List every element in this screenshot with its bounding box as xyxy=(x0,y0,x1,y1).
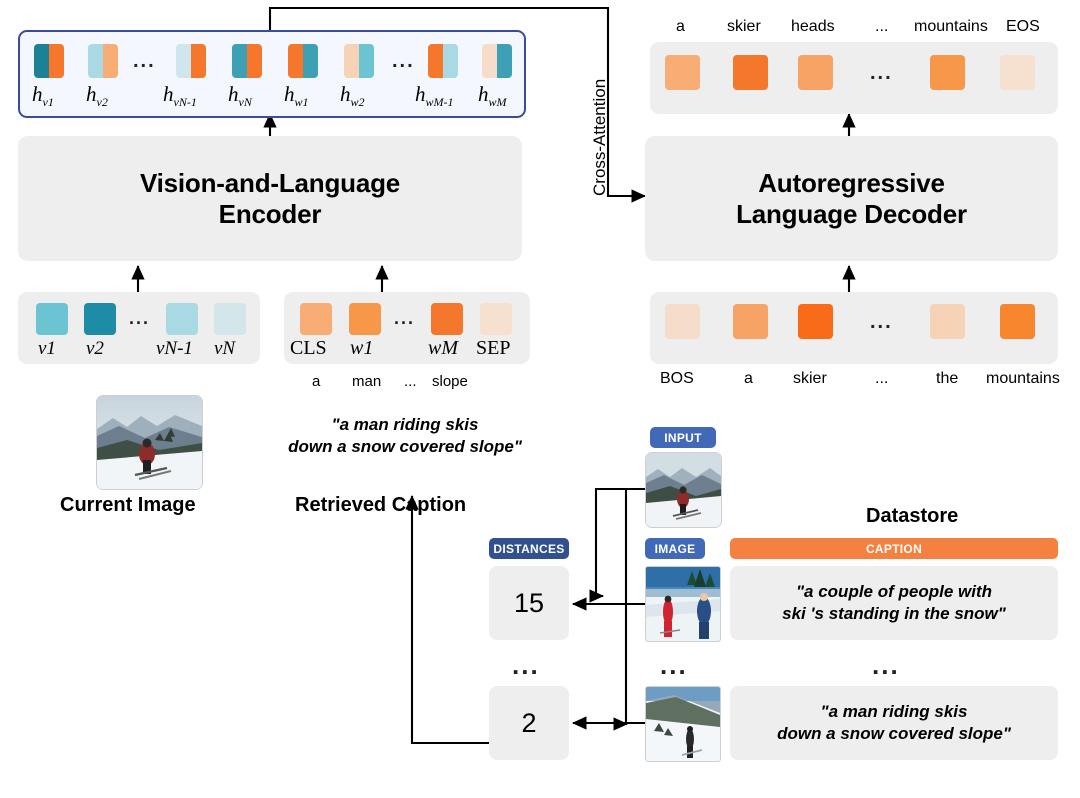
datastore-caption-1-line2: down a snow covered slope" xyxy=(777,724,1011,743)
text-token-3 xyxy=(480,303,512,335)
vision-token-label-1: v2 xyxy=(86,338,104,359)
autoregressive-decoder-box: Autoregressive Language Decoder xyxy=(645,136,1058,261)
decoder-input-token-3 xyxy=(930,304,965,339)
distances-ellipsis: ... xyxy=(512,650,540,680)
encoder-title-line2: Encoder xyxy=(218,198,322,229)
text-tokens-ellipsis: ... xyxy=(394,308,416,328)
datastore-caption-0-line1: "a couple of people with xyxy=(795,581,992,601)
retrieved-caption-text: "a man riding skis down a snow covered s… xyxy=(245,414,565,459)
hidden-state-label-1: hv2 xyxy=(86,82,108,110)
current-image-thumbnail xyxy=(96,395,203,490)
decoder-output-token-3 xyxy=(930,55,965,90)
current-image-label: Current Image xyxy=(60,494,196,516)
retrieved-caption-line2: down a snow covered slope" xyxy=(288,437,522,457)
decoder-input-token-4 xyxy=(1000,304,1035,339)
text-token-1 xyxy=(349,303,381,335)
decoder-input-token-1 xyxy=(733,304,768,339)
vision-token-label-2: vN-1 xyxy=(156,338,193,359)
text-word-0: a xyxy=(312,373,321,390)
decoder-input-token-2 xyxy=(798,304,833,339)
datastore-image-1 xyxy=(645,686,721,762)
text-token-0 xyxy=(300,303,332,335)
distance-cell-1: 2 xyxy=(489,686,569,760)
decoder-input-token-0 xyxy=(665,304,700,339)
text-word-1: man xyxy=(352,373,382,390)
datastore-caption-1: "a man riding skis down a snow covered s… xyxy=(730,686,1058,760)
text-token-label-2: wM xyxy=(428,337,458,359)
decoder-input-label-5: mountains xyxy=(986,370,1060,387)
decoder-output-token-4 xyxy=(1000,55,1035,90)
decoder-title-line1: Autoregressive xyxy=(758,167,945,198)
decoder-output-label-2: heads xyxy=(791,18,835,35)
images-ellipsis: ... xyxy=(660,650,688,680)
decoder-input-container xyxy=(650,292,1058,364)
datastore-image-0 xyxy=(645,566,721,642)
vision-token-3 xyxy=(214,303,246,335)
vision-token-0 xyxy=(36,303,68,335)
decoder-input-label-1: a xyxy=(744,370,753,387)
decoder-output-container xyxy=(650,42,1058,114)
vision-token-label-0: v1 xyxy=(38,338,56,359)
hidden-state-label-3: hvN xyxy=(228,82,252,110)
hidden-states-ellipsis-1: ... xyxy=(133,50,156,72)
vision-token-1 xyxy=(84,303,116,335)
decoder-output-token-0 xyxy=(665,55,700,90)
hidden-state-label-6: hwM-1 xyxy=(415,82,454,110)
decoder-input-ellipsis: ... xyxy=(870,311,893,333)
decoder-output-label-4: mountains xyxy=(914,18,988,35)
distance-cell-0: 15 xyxy=(489,566,569,640)
datastore-caption-0-line2: ski 's standing in the snow" xyxy=(782,604,1006,623)
decoder-output-label-5: EOS xyxy=(1006,18,1040,35)
text-word-2: ... xyxy=(404,373,417,390)
text-token-label-0: CLS xyxy=(290,337,327,359)
text-token-label-3: SEP xyxy=(476,337,511,359)
hidden-state-label-5: hw2 xyxy=(340,82,365,110)
text-token-2 xyxy=(431,303,463,335)
datastore-caption-1-line1: "a man riding skis xyxy=(820,701,968,721)
retrieved-caption-line1: "a man riding skis xyxy=(331,415,479,434)
hidden-state-label-2: hvN-1 xyxy=(163,82,197,110)
image-header-badge: IMAGE xyxy=(645,538,705,559)
hidden-state-label-7: hwM xyxy=(478,82,507,110)
datastore-caption-0: "a couple of people with ski 's standing… xyxy=(730,566,1058,640)
vision-token-2 xyxy=(166,303,198,335)
decoder-input-label-3: ... xyxy=(875,370,889,387)
decoder-output-token-2 xyxy=(798,55,833,90)
decoder-output-label-3: ... xyxy=(875,18,889,35)
decoder-input-label-0: BOS xyxy=(660,370,694,387)
decoder-output-label-0: a xyxy=(676,18,685,35)
hidden-state-label-4: hw1 xyxy=(284,82,309,110)
decoder-input-label-2: skier xyxy=(793,370,827,387)
decoder-input-label-4: the xyxy=(936,370,959,387)
hidden-state-label-0: hv1 xyxy=(32,82,54,110)
distances-header-badge: DISTANCES xyxy=(489,538,569,559)
captions-ellipsis: ... xyxy=(872,650,900,680)
datastore-title: Datastore xyxy=(866,505,959,527)
decoder-output-token-1 xyxy=(733,55,768,90)
hidden-states-ellipsis-2: ... xyxy=(392,50,415,72)
retrieved-caption-label: Retrieved Caption xyxy=(295,494,467,516)
input-image-thumbnail xyxy=(645,452,722,528)
decoder-output-label-1: skier xyxy=(727,18,761,35)
vision-tokens-ellipsis: ... xyxy=(129,308,151,328)
text-token-label-1: w1 xyxy=(350,337,374,359)
text-word-3: slope xyxy=(432,373,468,390)
decoder-title-line2: Language Decoder xyxy=(736,198,967,229)
decoder-output-ellipsis: ... xyxy=(870,62,893,84)
vision-language-encoder-box: Vision-and-Language Encoder xyxy=(18,136,522,261)
encoder-title-line1: Vision-and-Language xyxy=(139,167,401,198)
cross-attention-label: Cross-Attention xyxy=(590,78,609,196)
input-badge: INPUT xyxy=(650,427,716,448)
vision-token-label-3: vN xyxy=(214,338,236,359)
caption-header-badge: CAPTION xyxy=(730,538,1058,559)
